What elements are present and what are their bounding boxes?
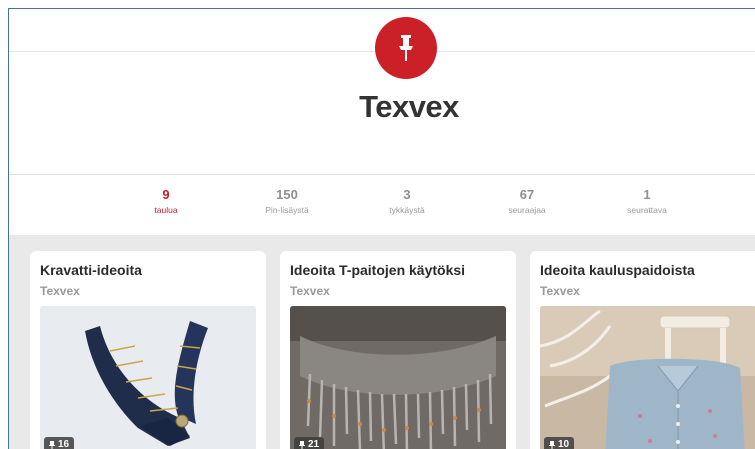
stat-count: 67 [519,187,535,202]
stat-count: 150 [276,187,298,202]
tie-necklace-image [40,306,256,449]
board-cover-image[interactable]: 16 [40,306,256,449]
board-title[interactable]: Kravatti-ideoita [40,262,142,278]
board-title[interactable]: Ideoita T-paitojen käytöksi [290,262,465,278]
boards-grid: Kravatti-ideoita Texvex 16 Ideoita T-pai… [9,235,755,449]
stat-label: Pin-lisäystä [265,205,309,215]
pin-icon [49,440,55,449]
pin-icon [549,440,555,449]
pinterest-logo[interactable] [375,17,437,79]
board-card[interactable]: Ideoita kauluspaidoista Texvex 10 [530,251,755,449]
stats-divider [9,174,755,175]
board-card[interactable]: Ideoita T-paitojen käytöksi Texvex 21 [280,251,516,449]
pushpin-icon [399,35,413,61]
pin-count: 21 [308,439,320,449]
stat-likes[interactable]: 3 tykkäystä [347,187,467,217]
stat-label: taulua [154,205,178,215]
board-owner[interactable]: Texvex [40,284,80,298]
profile-stats: 9 taulua 150 Pin-lisäystä 3 tykkäystä 67… [9,187,755,227]
shirt-pillow-image [540,306,755,449]
board-card[interactable]: Kravatti-ideoita Texvex 16 [30,251,266,449]
stat-label: seurattava [627,205,667,215]
profile-page: Texvex 9 taulua 150 Pin-lisäystä 3 tykkä… [8,8,755,449]
pin-icon [299,440,305,449]
pin-count: 16 [58,439,70,449]
board-title[interactable]: Ideoita kauluspaidoista [540,262,695,278]
stat-count: 9 [162,187,170,202]
stat-pins[interactable]: 150 Pin-lisäystä [227,187,347,217]
stat-following[interactable]: 1 seurattava [587,187,707,217]
pin-count-badge: 16 [44,437,75,449]
pin-count: 10 [558,439,570,449]
stat-followers[interactable]: 67 seuraajaa [467,187,587,217]
board-owner[interactable]: Texvex [540,284,580,298]
board-owner[interactable]: Texvex [290,284,330,298]
pin-count-badge: 21 [294,437,325,449]
board-cover-image[interactable]: 10 [540,306,755,449]
stat-label: tykkäystä [389,205,425,215]
stat-count: 1 [643,187,651,202]
pin-count-badge: 10 [544,437,575,449]
stat-count: 3 [403,187,411,202]
stat-boards[interactable]: 9 taulua [106,187,226,217]
stat-label: seuraajaa [508,205,546,215]
board-cover-image[interactable]: 21 [290,306,506,449]
fringe-scarf-image [290,306,506,449]
profile-name: Texvex [359,89,459,124]
